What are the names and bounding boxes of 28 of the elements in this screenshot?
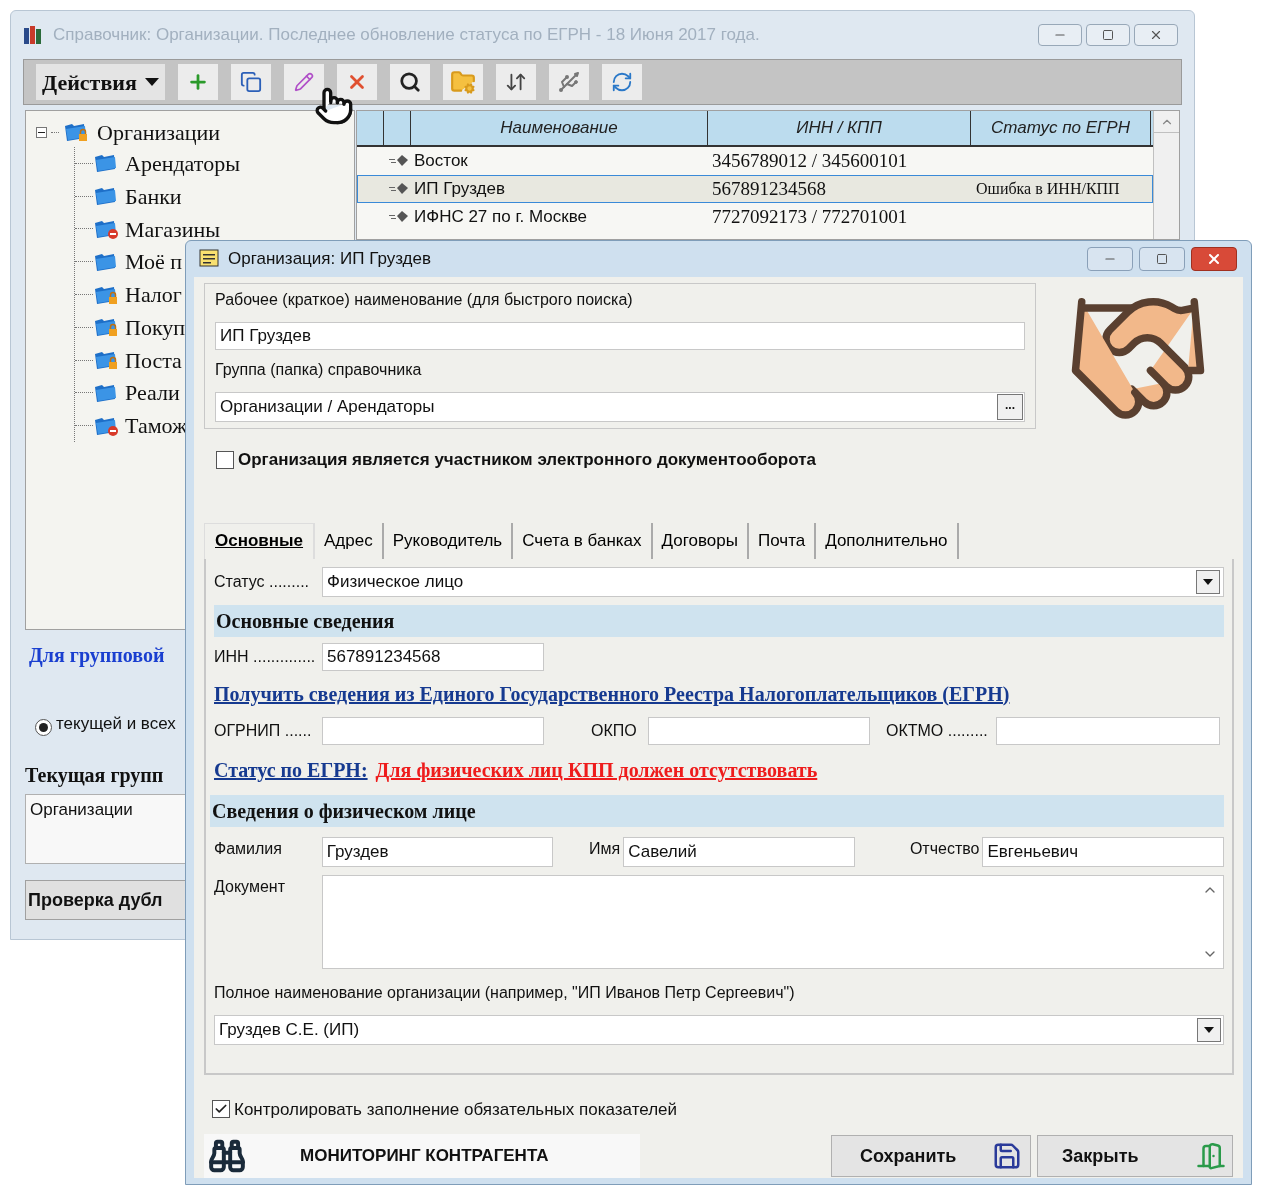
field-label: Полное наименование организации (например, "ИП Иванов Петр Сергеевич") [214, 982, 796, 1003]
checkbox-label: Контролировать заполнение обязательных показателей [234, 1098, 677, 1121]
field-label: Фамилия [214, 838, 283, 859]
table-cell-text: ИП Груздев [413, 178, 506, 201]
field-label: Группа (папка) справочника [215, 360, 423, 380]
table-cell-text: Ошибка в ИНН/КПП [975, 179, 1121, 199]
field-label: Рабочее (краткое) наименование (для быстрого поиска) [215, 290, 634, 310]
window-title: Справочник: Организации. Последнее обновление статуса по ЕГРН - 18 Июня 2017 года. [53, 24, 760, 47]
table-cell-text: ИФНС 27 по г. Москве [413, 206, 589, 229]
field-label: Отчество [908, 838, 981, 859]
table-cell-text: 3456789012 / 345600101 [711, 148, 909, 173]
field-label: ОКТМО ......... [886, 720, 989, 741]
dialog-title: Организация: ИП Груздев [228, 248, 431, 271]
section-header: Основные сведения [214, 604, 1224, 637]
section-header: Сведения о физическом лице [210, 794, 1224, 827]
field-label: Статус ......... [214, 571, 311, 592]
radio-label: текущей и всех [56, 712, 176, 735]
field-label: Документ [214, 876, 286, 897]
group-panel-title: Для групповой [29, 643, 165, 669]
field-label: Имя [588, 838, 622, 859]
table-cell-text: 7727092173 / 772701001 [711, 204, 909, 229]
field-label: ИНН .............. [214, 646, 317, 667]
field-label: ОКПО [591, 720, 638, 741]
checkbox-label: Организация является участником электронного документооборота [238, 449, 816, 471]
current-group-label: Текущая групп [25, 763, 164, 789]
table-cell-text: Восток [413, 150, 469, 173]
field-label: ОГРНИП ...... [214, 720, 313, 741]
table-cell-text: 567891234568 [711, 176, 827, 201]
